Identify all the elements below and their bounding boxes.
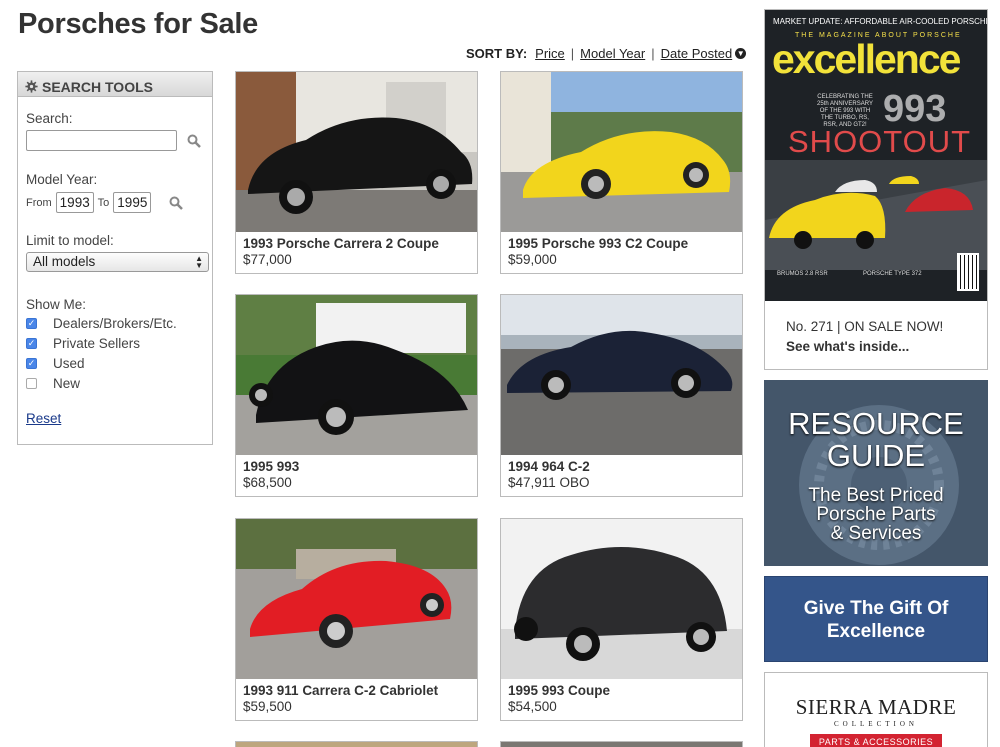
private-sellers-checkbox[interactable]: ✓ xyxy=(26,338,37,349)
sort-model-year-link[interactable]: Model Year xyxy=(580,46,645,61)
sort-divider: | xyxy=(651,46,655,61)
listing-card[interactable] xyxy=(500,741,743,747)
from-year-input[interactable]: 1993 xyxy=(55,192,94,213)
sierra-madre-sub: COLLECTION xyxy=(834,720,918,728)
excellence-logo: excellence xyxy=(772,36,961,82)
search-input[interactable] xyxy=(26,130,177,151)
cover-footer-right: PORSCHE TYPE 372 xyxy=(863,271,922,277)
listing-card[interactable]: 1993 Porsche Carrera 2 Coupe $77,000 xyxy=(235,71,478,274)
model-select[interactable]: All models ▲ ▼ xyxy=(26,252,209,272)
listing-photo[interactable] xyxy=(236,742,477,747)
barcode-icon xyxy=(957,253,979,291)
listing-price: $54,500 xyxy=(508,699,557,714)
listing-photo[interactable] xyxy=(501,72,742,232)
listing-card[interactable]: 1995 993 $68,500 xyxy=(235,294,478,497)
gift-line1: Give The Gift Of xyxy=(803,598,949,619)
listing-card[interactable] xyxy=(235,741,478,747)
model-select-value: All models xyxy=(33,254,96,269)
search-icon[interactable] xyxy=(169,196,184,210)
used-checkbox[interactable]: ✓ xyxy=(26,358,37,369)
listing-price: $47,911 OBO xyxy=(508,475,590,490)
listing-photo[interactable] xyxy=(236,72,477,232)
reset-link[interactable]: Reset xyxy=(26,411,61,426)
resource-guide-ad[interactable]: RESOURCE GUIDE The Best Priced Porsche P… xyxy=(764,380,988,566)
gift-subscription-ad[interactable]: Give The Gift Of Excellence xyxy=(764,576,988,662)
resource-title-line2: GUIDE xyxy=(826,438,926,473)
listing-title[interactable]: 1995 993 xyxy=(243,459,470,475)
resource-sub-line3: & Services xyxy=(830,523,922,544)
listing-photo[interactable] xyxy=(236,295,477,455)
to-year-input[interactable]: 1995 xyxy=(113,192,152,213)
listing-price: $59,500 xyxy=(243,699,292,714)
listing-photo[interactable] xyxy=(501,519,742,679)
listing-photo[interactable] xyxy=(501,295,742,455)
listing-title[interactable]: 1993 911 Carrera C-2 Cabriolet xyxy=(243,683,470,699)
magazine-ad[interactable]: MARKET UPDATE: AFFORDABLE AIR-COOLED POR… xyxy=(764,9,988,370)
gear-icon xyxy=(25,80,38,93)
dealers-checkbox[interactable]: ✓ xyxy=(26,318,37,329)
sort-date-posted-link[interactable]: Date Posted xyxy=(661,46,733,61)
parts-accessories-badge: PARTS & ACCESSORIES xyxy=(809,734,943,747)
page-title: Porsches for Sale xyxy=(18,8,258,40)
search-icon[interactable] xyxy=(187,134,201,148)
magazine-cta-link[interactable]: See what's inside... xyxy=(786,337,987,357)
show-me-label: Show Me: xyxy=(26,297,87,312)
listing-price: $68,500 xyxy=(243,475,292,490)
dealers-label: Dealers/Brokers/Etc. xyxy=(53,316,177,331)
listing-price: $59,000 xyxy=(508,252,557,267)
to-label: To xyxy=(97,196,110,209)
search-tools-panel: SEARCH TOOLS Search: Model Year: From 19… xyxy=(17,71,213,445)
used-label: Used xyxy=(53,356,85,371)
search-tools-title: SEARCH TOOLS xyxy=(42,78,153,95)
cover-headline: SHOOTOUT xyxy=(788,124,972,159)
sort-divider: | xyxy=(570,46,575,61)
cover-top-line: MARKET UPDATE: AFFORDABLE AIR-COOLED POR… xyxy=(773,17,987,26)
listing-card[interactable]: 1993 911 Carrera C-2 Cabriolet $59,500 xyxy=(235,518,478,721)
listing-title[interactable]: 1993 Porsche Carrera 2 Coupe xyxy=(243,236,470,252)
limit-model-label: Limit to model: xyxy=(26,233,114,248)
model-year-label: Model Year: xyxy=(26,172,98,187)
private-sellers-label: Private Sellers xyxy=(53,336,141,351)
listing-price: $77,000 xyxy=(243,252,292,267)
sort-price-link[interactable]: Price xyxy=(535,46,565,61)
resource-sub-line1: The Best Priced xyxy=(808,485,944,506)
listing-card[interactable]: 1995 993 Coupe $54,500 xyxy=(500,518,743,721)
new-checkbox[interactable] xyxy=(26,378,37,389)
sierra-madre-logo: SIERRA MADRE xyxy=(795,695,957,719)
listing-title[interactable]: 1994 964 C-2 xyxy=(508,459,735,475)
cover-footer-left: BRUMOS 2.8 RSR xyxy=(777,271,828,277)
magazine-cover[interactable]: MARKET UPDATE: AFFORDABLE AIR-COOLED POR… xyxy=(765,10,987,301)
sort-label: SORT BY: xyxy=(466,46,528,61)
listing-title[interactable]: 1995 Porsche 993 C2 Coupe xyxy=(508,236,735,252)
sort-bar: SORT BY: Price | Model Year | Date Poste… xyxy=(466,46,747,61)
cover-cars-image xyxy=(765,160,987,270)
search-label: Search: xyxy=(26,111,73,126)
gift-line2: Excellence xyxy=(826,621,926,642)
sierra-madre-ad[interactable]: SIERRA MADRE COLLECTION PARTS & ACCESSOR… xyxy=(764,672,988,747)
resource-title-line1: RESOURCE xyxy=(788,406,964,441)
resource-sub-line2: Porsche Parts xyxy=(816,504,936,525)
from-label: From xyxy=(26,196,52,209)
search-tools-header: SEARCH TOOLS xyxy=(18,72,212,97)
circle-down-arrow-icon[interactable]: ▼ xyxy=(735,48,747,59)
select-arrows-icon: ▲ ▼ xyxy=(195,254,203,270)
listing-card[interactable]: 1995 Porsche 993 C2 Coupe $59,000 xyxy=(500,71,743,274)
listing-photo[interactable] xyxy=(501,742,742,747)
magazine-issue-line: No. 271 | ON SALE NOW! xyxy=(786,319,944,334)
listing-photo[interactable] xyxy=(236,519,477,679)
new-label: New xyxy=(53,376,81,391)
listing-title[interactable]: 1995 993 Coupe xyxy=(508,683,735,699)
listing-card[interactable]: 1994 964 C-2 $47,911 OBO xyxy=(500,294,743,497)
